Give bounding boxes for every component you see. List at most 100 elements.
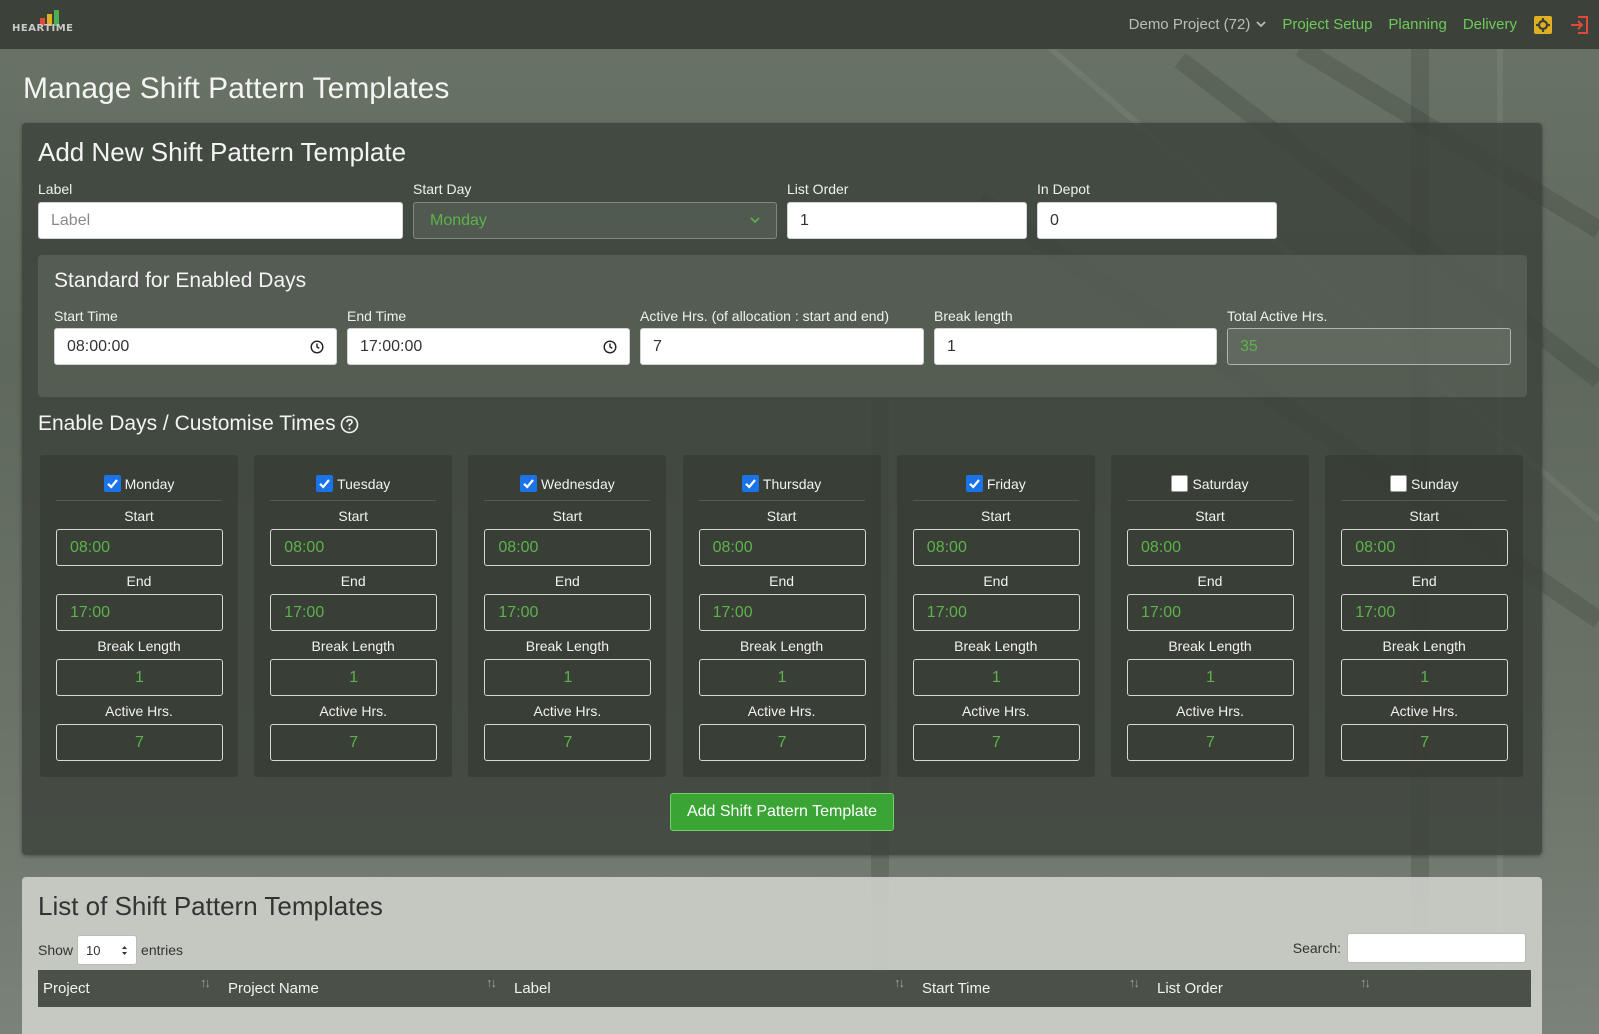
logo-text: HEARTIME [12,23,74,34]
label-input[interactable]: Label [38,202,403,239]
sort-arrows-icon[interactable]: ↑↓ [894,975,905,990]
day-column-tuesday: Tuesday Start 08:00 End 17:00 Break Length 1 Ac… [254,455,453,777]
project-dropdown[interactable]: Demo Project (72) [1129,16,1267,33]
break-length-input[interactable]: 1 [934,328,1217,365]
sort-arrows-icon[interactable]: ↑↓ [1360,975,1371,990]
list-order-input[interactable]: 1 [787,202,1027,239]
heartime-logo[interactable]: HEARTIME [10,10,76,40]
nav-delivery[interactable]: Delivery [1463,16,1517,33]
day-start-input[interactable]: 08:00 [698,529,866,566]
day-end-input[interactable]: 17:00 [56,594,223,631]
active-hrs-input[interactable]: 7 [640,328,924,365]
day-start-input[interactable]: 08:00 [1341,529,1509,566]
day-break-label: Break Length [525,638,610,654]
day-active-input[interactable]: 7 [484,724,652,761]
search-label: Search: [1292,940,1341,956]
day-end-input[interactable]: 17:00 [912,594,1080,631]
chevron-down-icon [750,217,760,224]
day-toggle[interactable]: Saturday [1127,467,1293,501]
day-break-input[interactable]: 1 [1341,659,1509,696]
in-depot-label: In Depot [1037,181,1090,197]
day-start-input[interactable]: 08:00 [56,529,223,566]
day-active-input[interactable]: 7 [270,724,438,761]
day-active-input[interactable]: 7 [1127,724,1294,761]
entries-per-page-select[interactable]: 10 [77,935,138,965]
day-end-input[interactable]: 17:00 [1341,594,1509,631]
search-input[interactable] [1347,933,1526,963]
help-icon[interactable] [340,415,359,434]
day-active-input[interactable]: 7 [912,724,1080,761]
day-break-input[interactable]: 1 [56,659,223,696]
day-end-input[interactable]: 17:00 [270,594,438,631]
nav-planning[interactable]: Planning [1388,16,1446,33]
day-toggle[interactable]: Monday [56,467,222,501]
day-start-input[interactable]: 08:00 [1127,529,1294,566]
day-checkbox[interactable] [1171,475,1189,492]
day-end-input[interactable]: 17:00 [484,594,652,631]
in-depot-input[interactable]: 0 [1037,202,1277,239]
add-shift-pattern-button[interactable]: Add Shift Pattern Template [670,793,894,831]
day-checkbox[interactable] [1389,475,1407,492]
day-toggle[interactable]: Thursday [698,467,865,501]
day-name: Sunday [1410,475,1459,492]
column-header-project-name[interactable]: Project Name [223,970,319,1007]
project-name: Demo Project (72) [1128,16,1251,33]
day-checkbox[interactable] [520,475,538,492]
column-header-project[interactable]: Project [38,970,90,1007]
day-break-input[interactable]: 1 [912,659,1080,696]
day-break-label: Break Length [1382,638,1466,654]
day-break-input[interactable]: 1 [484,659,652,696]
day-active-input[interactable]: 7 [56,724,223,761]
day-break-label: Break Length [954,638,1038,654]
logout-icon[interactable] [1569,15,1589,35]
show-label: Show [38,942,74,958]
end-time-input[interactable]: 17:00:00 [347,328,630,365]
clock-icon[interactable] [310,339,324,354]
day-column-monday: Monday Start 08:00 End 17:00 Break Length 1 Act… [40,455,238,777]
start-time-input[interactable]: 08:00:00 [54,328,337,365]
day-toggle[interactable]: Tuesday [270,467,437,501]
day-toggle[interactable]: Sunday [1341,467,1508,501]
end-time-label: End Time [347,308,407,324]
column-header-list-order[interactable]: List Order [1152,970,1223,1007]
label-field-label: Label [38,181,73,197]
day-start-input[interactable]: 08:00 [912,529,1080,566]
day-checkbox[interactable] [316,475,334,492]
nav-project-setup[interactable]: Project Setup [1282,16,1372,33]
start-day-select[interactable]: Monday [413,202,777,239]
day-break-input[interactable]: 1 [698,659,866,696]
chevron-down-icon [1256,20,1266,27]
day-toggle[interactable]: Wednesday [484,467,651,501]
day-break-label: Break Length [97,638,181,654]
day-checkbox[interactable] [103,475,121,492]
clock-icon[interactable] [603,339,617,354]
column-header-start-time[interactable]: Start Time [917,970,990,1007]
spinner-arrows-icon [122,945,128,955]
day-active-input[interactable]: 7 [1341,724,1509,761]
day-start-input[interactable]: 08:00 [484,529,652,566]
day-break-label: Break Length [311,638,395,654]
add-card-title: Add New Shift Pattern Template [38,137,407,167]
day-checkbox[interactable] [741,475,759,492]
day-start-label: Start [1195,508,1225,524]
day-end-label: End [1197,573,1223,589]
table-header: Project ↑↓ Project Name ↑↓ Label ↑↓ Star… [38,970,1531,1007]
day-column-sunday: Sunday Start 08:00 End 17:00 Break Length 1 Act… [1325,455,1524,777]
sort-arrows-icon[interactable]: ↑↓ [1129,975,1140,990]
day-toggle[interactable]: Friday [912,467,1079,501]
day-active-label: Active Hrs. [961,703,1030,719]
sort-arrows-icon[interactable]: ↑↓ [200,975,211,990]
day-start-input[interactable]: 08:00 [270,529,438,566]
column-header-label[interactable]: Label [509,970,551,1007]
day-break-input[interactable]: 1 [1127,659,1294,696]
day-end-input[interactable]: 17:00 [698,594,866,631]
settings-gear-icon[interactable] [1533,15,1553,35]
day-break-input[interactable]: 1 [270,659,438,696]
day-active-input[interactable]: 7 [698,724,866,761]
day-checkbox[interactable] [965,475,983,492]
sort-arrows-icon[interactable]: ↑↓ [486,975,497,990]
entries-length-control: Show 10 entries [38,935,183,965]
day-end-input[interactable]: 17:00 [1127,594,1294,631]
start-time-label: Start Time [54,308,118,324]
entries-label: entries [141,942,184,958]
